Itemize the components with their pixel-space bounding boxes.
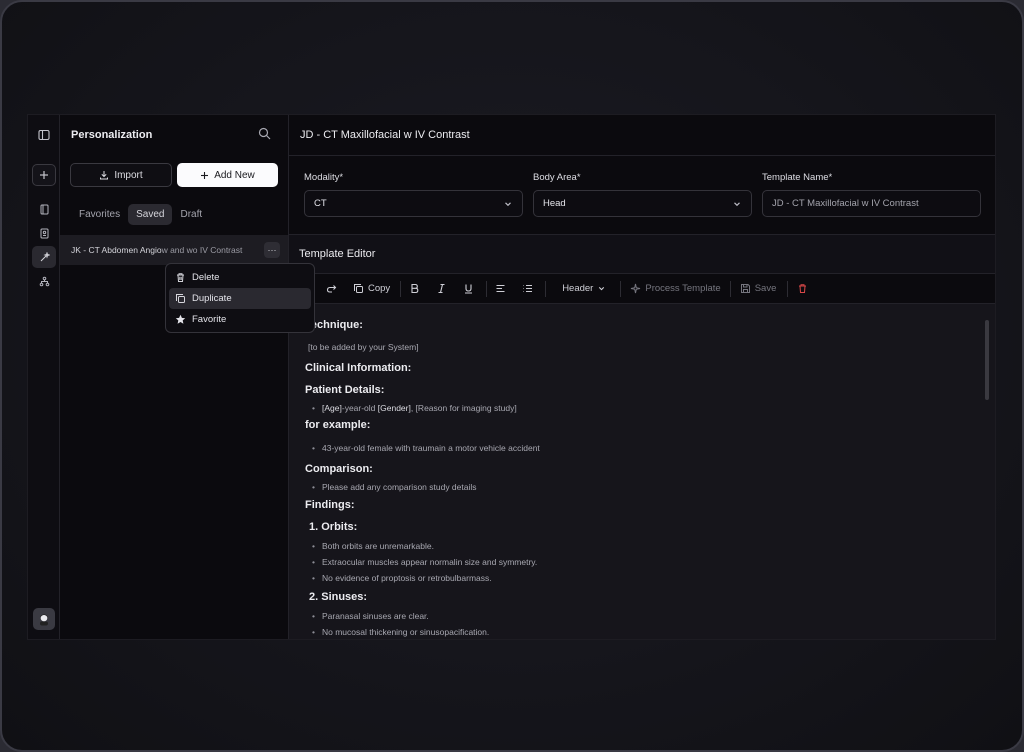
icon-rail: [28, 115, 60, 639]
underline-button[interactable]: [455, 274, 482, 304]
copy-icon: [354, 284, 363, 293]
menu-item-duplicate[interactable]: Duplicate: [169, 288, 311, 309]
sinuses-item: No mucosal thickening or sinusopacificat…: [312, 627, 489, 637]
body-area-select[interactable]: Head: [533, 190, 752, 217]
patient-details-heading: Patient Details:: [305, 384, 385, 396]
modality-label: Modality*: [304, 172, 344, 183]
gender-token: [Gender]: [377, 403, 411, 413]
main-panel: JD - CT Maxillofacial w IV Contrast Moda…: [289, 115, 995, 639]
template-name-label: Template Name*: [762, 172, 833, 183]
sidebar-toggle-icon[interactable]: [32, 124, 56, 146]
plus-icon: [201, 171, 209, 179]
bold-icon: [411, 283, 419, 294]
age-token: [Age]: [322, 403, 342, 413]
comparison-heading: Comparison:: [305, 463, 373, 475]
italic-icon: [438, 283, 445, 294]
save-label: Save: [754, 283, 777, 294]
save-icon: [740, 284, 750, 293]
bullet-list-button[interactable]: [514, 274, 541, 304]
orbits-item: Extraocular muscles appear normalin size…: [312, 557, 537, 567]
template-list-item[interactable]: JK - CT Abdomen Angio w and wo IV Contra…: [60, 235, 288, 265]
clinical-info-heading: Clinical Information:: [305, 362, 412, 374]
sinuses-item: Paranasal sinuses are clear.: [312, 611, 429, 621]
process-template-label: Process Template: [645, 283, 721, 294]
app-window: Personalization Import Add New Favorites…: [27, 114, 996, 640]
list-icon: [523, 284, 533, 293]
template-name-input[interactable]: JD - CT Maxillofacial w IV Contrast: [762, 190, 981, 217]
menu-delete-label: Delete: [192, 272, 220, 283]
header-label: Header: [562, 283, 594, 294]
sidebar-title: Personalization: [71, 129, 153, 141]
orbits-item: Both orbits are unremarkable.: [312, 541, 434, 551]
star-icon: [175, 314, 186, 324]
chevron-down-icon: [734, 201, 740, 206]
list-item-title: JK - CT Abdomen Angio: [71, 245, 162, 255]
menu-item-favorite[interactable]: Favorite: [169, 309, 311, 330]
magic-wand-icon[interactable]: [32, 246, 56, 268]
tab-saved[interactable]: Saved: [128, 204, 173, 225]
template-editor-header: Template Editor: [289, 234, 995, 274]
new-item-button[interactable]: [32, 164, 56, 186]
menu-duplicate-label: Duplicate: [192, 293, 232, 304]
add-new-button[interactable]: Add New: [177, 163, 278, 187]
trash-icon: [177, 273, 184, 282]
patient-mid-text: -year-old: [341, 403, 378, 413]
templates-sidebar: Personalization Import Add New Favorites…: [60, 115, 315, 639]
more-options-button[interactable]: ···: [264, 242, 280, 258]
example-heading: for example:: [305, 419, 371, 431]
copy-icon: [176, 294, 185, 303]
contact-card-icon[interactable]: [32, 222, 56, 244]
findings-heading: Findings:: [305, 499, 355, 511]
header-dropdown[interactable]: Header: [546, 274, 620, 304]
download-icon: [100, 171, 109, 180]
redo-button[interactable]: [326, 274, 353, 304]
align-left-icon: [496, 284, 505, 293]
editor-scrollbar[interactable]: [985, 320, 989, 400]
redo-icon: [326, 285, 337, 293]
import-button[interactable]: Import: [70, 163, 172, 187]
example-item: 43-year-old female with traumain a motor…: [312, 443, 540, 453]
menu-item-delete[interactable]: Delete: [169, 267, 311, 288]
process-template-button[interactable]: Process Template: [621, 274, 729, 304]
modality-select[interactable]: CT: [304, 190, 523, 217]
tab-draft[interactable]: Draft: [172, 204, 210, 225]
copy-button[interactable]: Copy: [353, 274, 400, 304]
menu-favorite-label: Favorite: [192, 314, 227, 325]
copy-label: Copy: [368, 283, 391, 294]
underline-icon: [465, 284, 473, 294]
bold-button[interactable]: [401, 274, 428, 304]
sinuses-heading: 2. Sinuses:: [309, 591, 368, 603]
context-menu: Delete Duplicate Favorite: [165, 263, 315, 333]
list-item-title-rest: w and wo IV Contrast: [161, 245, 243, 255]
patient-details-item: [Age]-year-old [Gender], [Reason for ima…: [312, 403, 517, 413]
chevron-down-icon: [505, 201, 511, 206]
book-icon[interactable]: [32, 198, 56, 220]
technique-text: [to be added by your System]: [308, 342, 419, 352]
user-avatar[interactable]: [33, 608, 55, 630]
chevron-down-icon: [599, 287, 605, 291]
search-icon[interactable]: [258, 127, 274, 143]
sparkle-icon: [631, 283, 641, 294]
editor-toolbar: Copy Header Process Template Save: [289, 274, 995, 304]
add-new-label: Add New: [214, 169, 255, 181]
body-area-label: Body Area*: [533, 172, 581, 183]
template-tabs: Favorites Saved Draft: [71, 204, 210, 225]
import-label: Import: [114, 169, 143, 181]
body-area-value: Head: [543, 198, 566, 209]
template-editor-content[interactable]: Technique: [to be added by your System] …: [289, 304, 995, 639]
italic-button[interactable]: [428, 274, 455, 304]
orbits-item: No evidence of proptosis or retrobulbarm…: [312, 573, 492, 583]
orbits-heading: 1. Orbits:: [309, 521, 358, 533]
page-title: JD - CT Maxillofacial w IV Contrast: [289, 115, 995, 156]
align-left-button[interactable]: [487, 274, 514, 304]
tab-favorites[interactable]: Favorites: [71, 204, 128, 225]
save-button[interactable]: Save: [731, 274, 788, 304]
patient-end-text: , [Reason for imaging study]: [410, 403, 517, 413]
delete-template-button[interactable]: [788, 274, 817, 304]
modality-value: CT: [314, 198, 327, 209]
comparison-item: Please add any comparison study details: [312, 482, 477, 492]
template-name-value: JD - CT Maxillofacial w IV Contrast: [772, 198, 919, 209]
trash-icon: [799, 284, 807, 293]
workflow-icon[interactable]: [32, 270, 56, 292]
